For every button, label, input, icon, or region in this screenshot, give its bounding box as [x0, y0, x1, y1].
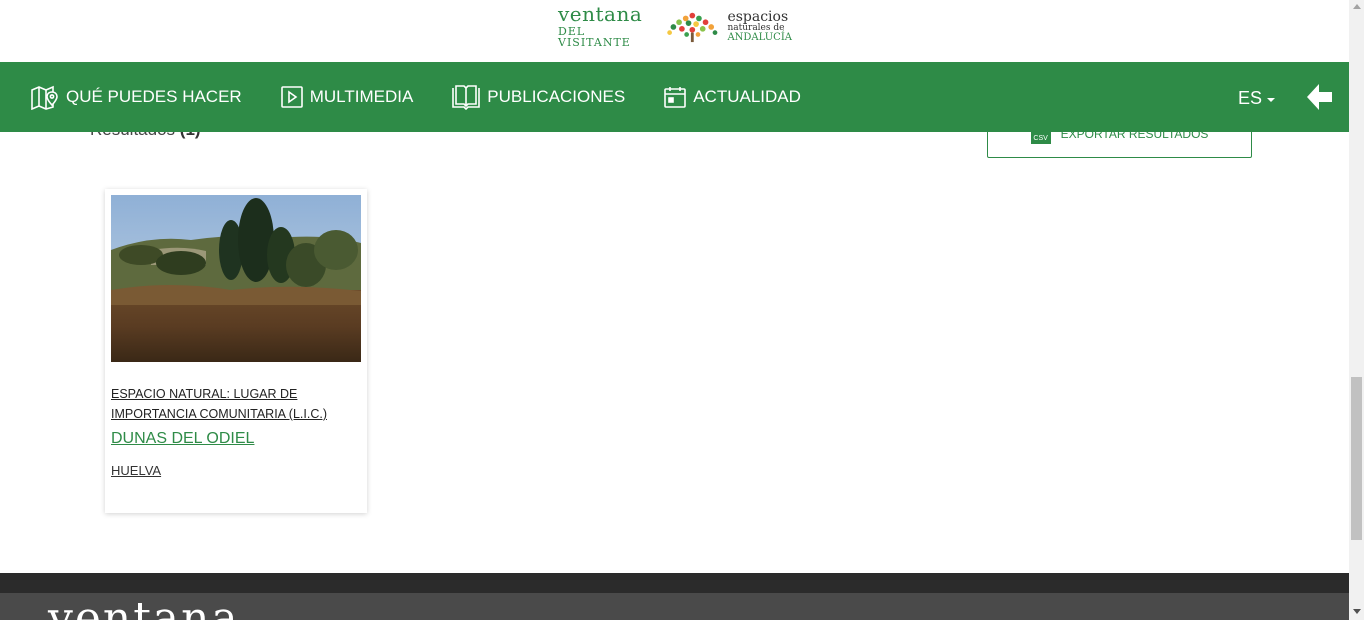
play-icon [280, 86, 303, 108]
nav-label: PUBLICACIONES [487, 87, 626, 106]
card-title[interactable]: DUNAS DEL ODIEL [111, 430, 254, 448]
card-category[interactable]: ESPACIO NATURAL: LUGAR DE IMPORTANCIA CO… [111, 384, 351, 424]
language-label: ES [1238, 88, 1263, 108]
logo-espacios-text: espacios naturales de ANDALUCÍA [727, 8, 792, 43]
site-logo[interactable]: ventana DEL VISITANTE espacios naturales… [558, 4, 792, 48]
footer-divider [0, 573, 1349, 593]
page-scrollbar[interactable] [1349, 0, 1364, 620]
result-card[interactable]: ESPACIO NATURAL: LUGAR DE IMPORTANCIA CO… [105, 189, 367, 513]
scroll-down-icon[interactable] [1353, 609, 1361, 614]
arrow-left-icon[interactable] [1304, 82, 1334, 112]
scrollbar-thumb[interactable] [1351, 377, 1362, 540]
caret-down-icon [1267, 98, 1276, 102]
logo-ventana-text: ventana DEL VISITANTE [558, 2, 643, 49]
nav-multimedia[interactable]: MULTIMEDIA [280, 85, 414, 109]
card-photo[interactable] [111, 195, 361, 362]
footer-logo[interactable]: ventana [48, 597, 240, 620]
main-nav: QUÉ PUEDES HACER MULTIMEDIA PUBLICACIONE… [0, 62, 1349, 132]
landscape-image [111, 195, 361, 362]
scroll-up-icon[interactable] [1353, 4, 1361, 9]
nav-publicaciones[interactable]: PUBLICACIONES [451, 84, 625, 110]
nav-actualidad[interactable]: ACTUALIDAD [663, 85, 801, 109]
map-pin-icon [31, 85, 58, 110]
logo-tree-icon [667, 12, 718, 43]
language-selector[interactable]: ES [1238, 88, 1276, 109]
calendar-icon [664, 87, 687, 108]
card-province[interactable]: HUELVA [111, 463, 161, 478]
book-icon [452, 85, 481, 110]
nav-label: MULTIMEDIA [309, 87, 414, 106]
nav-que-puedes-hacer[interactable]: QUÉ PUEDES HACER [30, 84, 242, 110]
nav-label: QUÉ PUEDES HACER [66, 87, 242, 106]
nav-label: ACTUALIDAD [693, 87, 801, 106]
site-header: ventana DEL VISITANTE espacios naturales… [0, 0, 1349, 62]
site-footer: ventana [0, 593, 1349, 620]
